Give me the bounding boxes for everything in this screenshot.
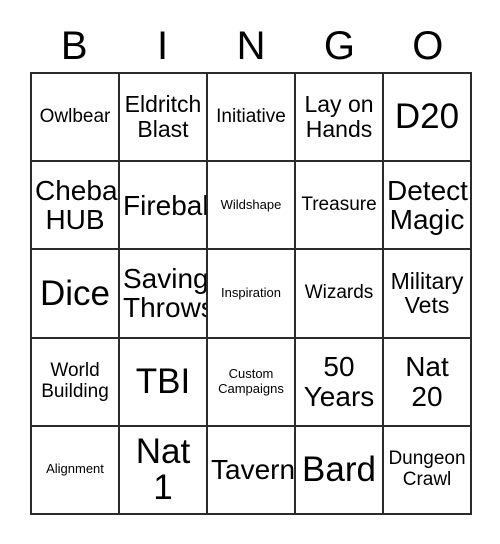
bingo-cell-label: Treasure <box>301 193 377 215</box>
bingo-cell-r3c4[interactable]: Wizards <box>296 250 384 339</box>
bingo-cell-label: Alignment <box>46 461 104 477</box>
bingo-header-letter-g: G <box>323 24 355 68</box>
bingo-cell-r1c2[interactable]: Eldritch Blast <box>120 74 208 163</box>
bingo-cell-r3c3[interactable]: Inspiration <box>208 250 296 339</box>
bingo-cell-label: Lay on Hands <box>304 91 374 143</box>
bingo-cell-label: Nat 1 <box>135 432 191 507</box>
bingo-cell-r5c4[interactable]: Bard <box>296 426 384 515</box>
bingo-cell-r3c5[interactable]: Military Vets <box>384 250 472 339</box>
bingo-cell-r1c4[interactable]: Lay on Hands <box>296 74 384 163</box>
bingo-cell-r4c1[interactable]: World Building <box>32 338 120 427</box>
bingo-cell-r2c5[interactable]: Detect Magic <box>384 162 472 251</box>
bingo-cell-label: Fireball <box>123 189 208 221</box>
bingo-header-row: B I N G O <box>30 22 472 70</box>
bingo-cell-r2c2[interactable]: Fireball <box>120 162 208 251</box>
bingo-cell-r5c3[interactable]: Tavern <box>208 426 296 515</box>
bingo-cell-label: TBI <box>135 361 191 401</box>
bingo-header-letter-i: I <box>157 24 169 68</box>
bingo-cell-r1c1[interactable]: Owlbear <box>32 74 120 163</box>
bingo-cell-r5c2[interactable]: Nat 1 <box>120 426 208 515</box>
bingo-header-letter-b: B <box>60 24 88 68</box>
bingo-cell-label: 50 Years <box>303 351 375 412</box>
bingo-cell-label: Saving Throws <box>123 263 208 324</box>
bingo-cell-r4c5[interactable]: Nat 20 <box>384 338 472 427</box>
bingo-cell-label: Eldritch Blast <box>124 91 202 143</box>
bingo-cell-r2c4[interactable]: Treasure <box>296 162 384 251</box>
bingo-cell-r4c2[interactable]: TBI <box>120 338 208 427</box>
bingo-header-letter-o: O <box>412 24 444 68</box>
bingo-card: B I N G O Owlbear Eldritch Blast Initiativ… <box>0 0 500 544</box>
bingo-cell-r1c3[interactable]: Initiative <box>208 74 296 163</box>
bingo-cell-label: Dice <box>39 273 111 313</box>
bingo-cell-label: Wildshape <box>220 196 282 212</box>
bingo-header-letter-n: N <box>236 24 266 68</box>
bingo-cell-label: Cheba HUB <box>35 174 118 236</box>
bingo-cell-r5c1[interactable]: Alignment <box>32 426 120 515</box>
bingo-cell-label: Detect Magic <box>387 174 468 236</box>
bingo-cell-label: Nat 20 <box>405 351 449 412</box>
bingo-cell-r4c4[interactable]: 50 Years <box>296 338 384 427</box>
bingo-cell-r4c3[interactable]: Custom Campaigns <box>208 338 296 427</box>
bingo-cell-label: Wizards <box>304 282 374 304</box>
bingo-cell-label: Owlbear <box>39 105 111 127</box>
bingo-cell-r1c5[interactable]: D20 <box>384 74 472 163</box>
bingo-cell-r2c1[interactable]: Cheba HUB <box>32 162 120 251</box>
bingo-cell-label: Dungeon Crawl <box>388 448 466 490</box>
bingo-cell-r2c3[interactable]: Wildshape <box>208 162 296 251</box>
bingo-cell-r5c5[interactable]: Dungeon Crawl <box>384 426 472 515</box>
bingo-cell-label: Inspiration <box>221 285 281 301</box>
bingo-cell-label: World Building <box>41 359 109 402</box>
bingo-cell-label: Custom Campaigns <box>218 365 284 396</box>
bingo-cell-label: D20 <box>394 97 460 137</box>
bingo-cell-label: Bard <box>302 450 376 490</box>
bingo-grid: Owlbear Eldritch Blast Initiative Lay on Ha… <box>30 72 472 515</box>
bingo-cell-label: Military Vets <box>390 267 464 319</box>
bingo-cell-r3c1[interactable]: Dice <box>32 250 120 339</box>
bingo-cell-label: Tavern <box>211 454 296 486</box>
bingo-cell-label: Initiative <box>216 105 286 127</box>
bingo-cell-r3c2[interactable]: Saving Throws <box>120 250 208 339</box>
